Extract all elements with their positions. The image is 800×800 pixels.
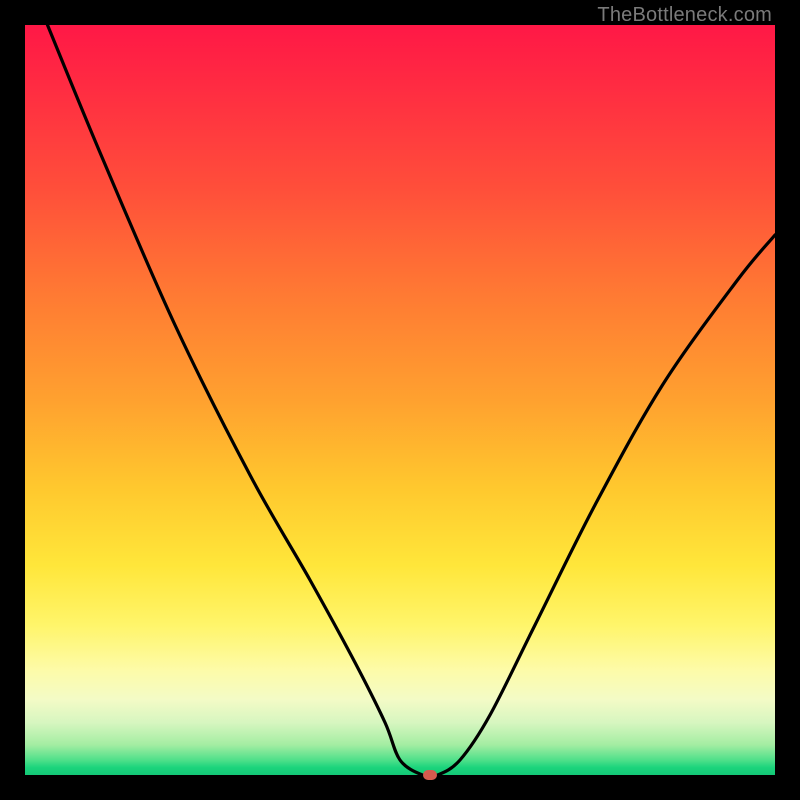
watermark-text: TheBottleneck.com <box>597 4 772 27</box>
chart-frame: TheBottleneck.com <box>0 0 800 800</box>
plot-area <box>25 25 775 775</box>
min-point-marker <box>423 770 437 780</box>
bottleneck-curve <box>25 25 775 775</box>
